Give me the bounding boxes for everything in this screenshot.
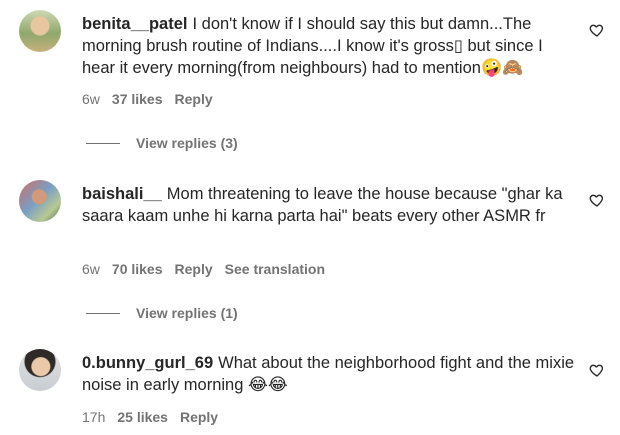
comment-time: 17h (82, 409, 106, 425)
comment-username[interactable]: 0.bunny_gurl_69 (82, 354, 213, 372)
comment-emojis: 😂😂 (248, 375, 288, 395)
comment-meta: 17h 25 likes Reply (82, 409, 218, 425)
avatar[interactable] (19, 349, 61, 391)
avatar[interactable] (19, 180, 61, 222)
heart-icon[interactable] (589, 192, 605, 208)
see-translation-button[interactable]: See translation (225, 261, 325, 277)
likes-count[interactable]: 37 likes (112, 91, 163, 107)
view-replies-button[interactable]: View replies (3) (86, 135, 238, 151)
likes-count[interactable]: 25 likes (117, 409, 168, 425)
divider-line (86, 142, 120, 144)
comment-time: 6w (82, 261, 100, 277)
heart-icon[interactable] (589, 362, 605, 378)
view-replies-label: View replies (1) (136, 305, 238, 321)
likes-count[interactable]: 70 likes (112, 261, 163, 277)
comment-meta: 6w 70 likes Reply See translation (82, 261, 325, 277)
comment-username[interactable]: baishali__ (82, 185, 162, 203)
heart-icon[interactable] (589, 22, 605, 38)
comment-username[interactable]: benita__patel (82, 15, 187, 33)
comment-meta: 6w 37 likes Reply (82, 91, 213, 107)
comment-body: 0.bunny_gurl_69 What about the neighborho… (82, 352, 577, 396)
view-replies-button[interactable]: View replies (1) (86, 305, 238, 321)
view-replies-label: View replies (3) (136, 135, 238, 151)
comment-emojis: 🤪🙈 (480, 58, 524, 78)
reply-button[interactable]: Reply (180, 409, 218, 425)
comment-body: benita__patel I don't know if I should sa… (82, 13, 577, 79)
reply-button[interactable]: Reply (175, 261, 213, 277)
reply-button[interactable]: Reply (175, 91, 213, 107)
divider-line (86, 312, 120, 314)
avatar[interactable] (19, 10, 61, 52)
comment-time: 6w (82, 91, 100, 107)
comment-body: baishali__ Mom threatening to leave the h… (82, 183, 577, 227)
